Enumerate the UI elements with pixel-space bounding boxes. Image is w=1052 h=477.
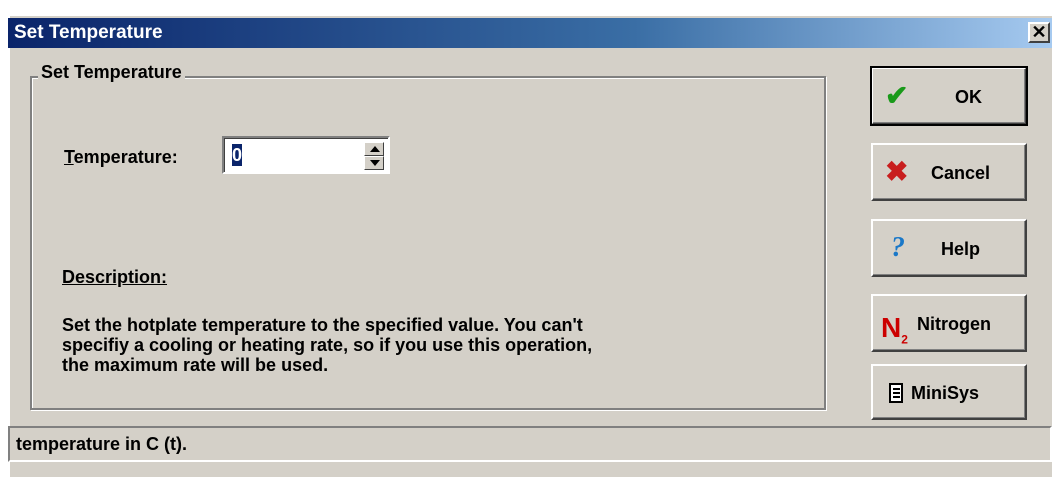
spin-up-button[interactable] [364,142,384,156]
n2-icon-letter: N [881,312,902,343]
n2-icon: N2 [881,314,908,354]
temperature-label-text: emperature: [73,147,178,167]
temperature-input[interactable] [232,144,352,166]
window-title: Set Temperature [14,22,163,43]
spin-down-button[interactable] [364,156,384,170]
x-icon: ✖ [885,156,909,187]
status-text: temperature in C (t). [16,434,188,454]
temperature-label-accelerator: T [64,147,74,167]
cancel-button-label: Cancel [931,163,991,183]
ok-button[interactable]: ✔ OK [870,66,1028,126]
minisys-button-label: MiniSys [911,383,980,403]
close-button[interactable]: ✕ [1028,22,1050,43]
question-icon: ? [891,232,905,263]
group-legend: Set Temperature [38,62,185,83]
cancel-button[interactable]: ✖ Cancel [871,143,1027,201]
description-text: Set the hotplate temperature to the spec… [62,315,593,375]
nitrogen-button-label: Nitrogen [917,314,991,334]
temperature-spinbox[interactable] [222,136,390,174]
ok-button-label: OK [955,87,982,107]
title-bar[interactable]: Set Temperature ✕ [8,18,1052,48]
help-button[interactable]: ? Help [871,219,1027,277]
status-bar: temperature in C (t). [8,426,1052,462]
temperature-label: Temperature: [64,147,178,168]
minisys-button[interactable]: MiniSys [871,364,1027,420]
checkmark-icon: ✔ [885,80,909,111]
nitrogen-button[interactable]: N2 Nitrogen [871,294,1027,352]
help-button-label: Help [941,239,981,259]
n2-icon-subscript: 2 [901,332,908,347]
document-icon [889,383,903,403]
arrow-down-icon [370,160,380,166]
arrow-up-icon [370,146,380,152]
close-icon: ✕ [1031,22,1047,42]
description-heading: Description: [62,267,168,287]
